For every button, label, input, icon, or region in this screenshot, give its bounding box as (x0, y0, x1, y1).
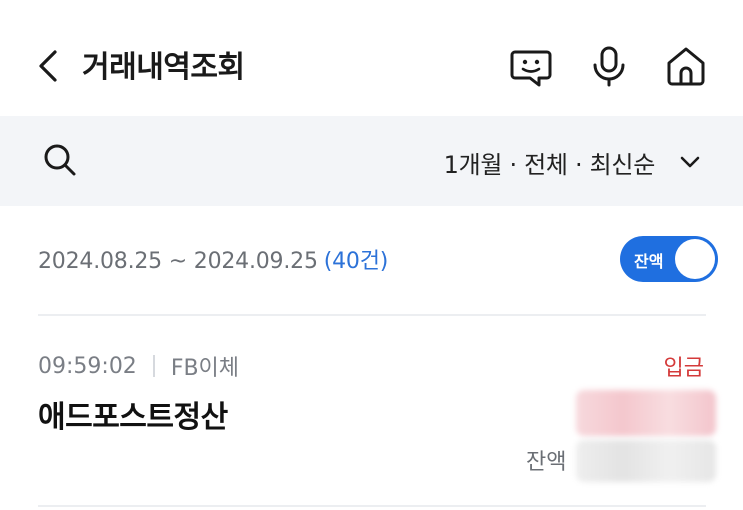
transaction-balance-label: 잔액 (526, 450, 567, 475)
filter-dropdown[interactable]: 1개월 · 전체 · 최신순 (444, 140, 703, 184)
filter-bar: 1개월 · 전체 · 최신순 (0, 116, 743, 206)
filter-summary: 1개월 · 전체 · 최신순 (443, 150, 656, 179)
home-button[interactable] (662, 44, 710, 92)
back-button[interactable] (28, 46, 68, 90)
transaction-time: 09:59:02 (38, 353, 137, 379)
divider (38, 314, 706, 316)
transaction-amount-redacted (576, 390, 716, 436)
transaction-type-badge: 입금 (663, 356, 704, 381)
balance-toggle[interactable]: 잔액 (620, 236, 718, 282)
chevron-down-icon (677, 149, 703, 175)
search-icon (42, 142, 78, 182)
transaction-channel: FB이체 (170, 356, 240, 381)
transaction-balance-redacted (576, 440, 716, 482)
voice-search-button[interactable] (585, 44, 633, 92)
transaction-item[interactable]: 09:59:02 FB이체 입금 애드포스트정산 잔액 (38, 340, 716, 490)
back-arrow-icon (35, 48, 61, 88)
top-app-bar: 거래내역조회 (0, 0, 743, 116)
transaction-meta: 09:59:02 FB이체 (38, 350, 239, 382)
page-title: 거래내역조회 (82, 50, 245, 85)
divider (38, 505, 706, 507)
balance-toggle-label: 잔액 (634, 252, 664, 271)
period-range: 2024.08.25 ~ 2024.09.25 (38, 249, 318, 274)
search-button[interactable] (38, 140, 82, 184)
toggle-knob (675, 239, 715, 279)
chat-bubble-icon (509, 44, 553, 92)
home-icon (664, 44, 708, 92)
transaction-history-screen: 거래내역조회 1개월 · 전체 · 최신순 2024.08.25 ~ 2024.… (0, 0, 743, 510)
period-info: 2024.08.25 ~ 2024.09.25 (40건) (38, 243, 388, 275)
microphone-icon (587, 44, 631, 92)
meta-separator (152, 355, 155, 377)
period-summary-row: 2024.08.25 ~ 2024.09.25 (40건) 잔액 (38, 230, 718, 290)
transaction-count: (40건) (323, 249, 389, 274)
transaction-name: 애드포스트정산 (38, 400, 228, 435)
chat-button[interactable] (507, 44, 555, 92)
